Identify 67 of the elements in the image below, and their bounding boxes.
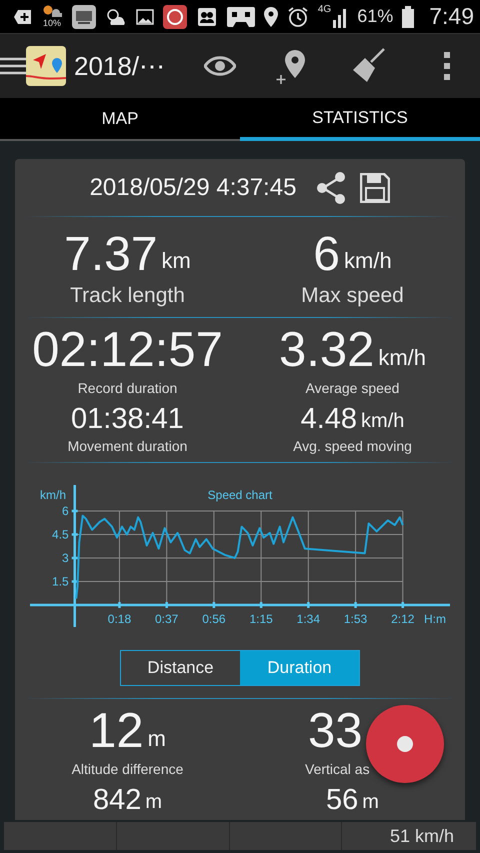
stat-label: Average speed	[306, 379, 400, 398]
stat-unit: km/h	[361, 410, 404, 432]
tab[interactable]: STATISTICS	[240, 98, 480, 141]
stat-unit: m	[148, 726, 166, 752]
stat-unit: m	[362, 790, 379, 814]
stat-unit: km	[162, 248, 191, 274]
tick-label: 0:37	[155, 612, 178, 626]
network-text: 4G	[318, 4, 332, 15]
app-icon	[162, 4, 187, 28]
stat-value: 12	[89, 703, 144, 759]
contacts-icon	[196, 6, 218, 28]
axis-label: km/h	[40, 488, 66, 502]
app-logo[interactable]	[26, 46, 66, 86]
track-date: 2018/05/29 4:37:45	[90, 174, 296, 202]
add-location-icon[interactable]	[276, 48, 306, 84]
eye-icon[interactable]	[204, 55, 236, 77]
chart-title: Speed chart	[208, 488, 272, 502]
add-icon	[14, 8, 32, 24]
share-icon[interactable]	[316, 172, 346, 204]
app-icon	[72, 4, 96, 28]
weather-icon	[40, 2, 63, 16]
stat-value: 01:38:41	[71, 402, 184, 436]
alarm-icon	[286, 6, 309, 28]
tick-label: 1.5	[52, 574, 69, 588]
save-icon[interactable]	[360, 172, 390, 202]
tick-label: 0:18	[108, 612, 132, 626]
stat-value: 56	[326, 784, 358, 816]
stat-value: 6	[313, 226, 340, 282]
clock: 7:49	[429, 3, 474, 30]
tab[interactable]: MAP	[0, 98, 240, 141]
speed-readout: 51 km/h	[390, 826, 454, 846]
tick-label: 4.5	[52, 528, 69, 542]
tick-label: 0:56	[202, 612, 226, 626]
stat-value: 02:12:57	[32, 322, 223, 378]
cloud-icon	[104, 8, 127, 26]
stat-label: Vertical as	[305, 760, 370, 779]
toolbar-title: 2018/⋯	[74, 50, 166, 82]
stat-label: Max speed	[301, 283, 404, 309]
battery-icon	[402, 6, 414, 28]
stat-value: 3.32	[278, 322, 374, 378]
cassette-icon	[226, 6, 255, 26]
stat-label: Altitude difference	[72, 760, 184, 779]
stat-value: 842	[92, 784, 142, 816]
stat-value: 4.48	[300, 402, 358, 436]
stat-unit: km/h	[344, 248, 392, 274]
axis-label: H:m	[424, 612, 446, 626]
tick-label: 3	[62, 551, 69, 565]
stat-unit: m	[145, 790, 162, 814]
stat-label: Track length	[70, 283, 185, 309]
tick-label: 1:53	[344, 612, 368, 626]
temperature-text: 10%	[42, 18, 61, 28]
image-icon	[136, 8, 154, 24]
stat-value: 7.37	[64, 226, 158, 282]
stat-label: Movement duration	[68, 437, 188, 456]
tick-label: 1:15	[249, 612, 273, 626]
broom-icon[interactable]	[351, 48, 385, 84]
location-icon	[264, 6, 278, 26]
more-icon[interactable]	[443, 52, 451, 80]
tick-label: 1:34	[296, 612, 320, 626]
stat-label: Record duration	[78, 379, 178, 398]
stat-value: 33	[308, 703, 363, 759]
tick-label: 6	[62, 504, 69, 518]
stat-unit: km/h	[378, 345, 426, 371]
battery-percent: 61%	[357, 6, 394, 27]
menu-icon[interactable]	[0, 57, 26, 75]
tick-label: 2:12	[391, 612, 414, 626]
stat-label: Avg. speed moving	[293, 437, 412, 456]
